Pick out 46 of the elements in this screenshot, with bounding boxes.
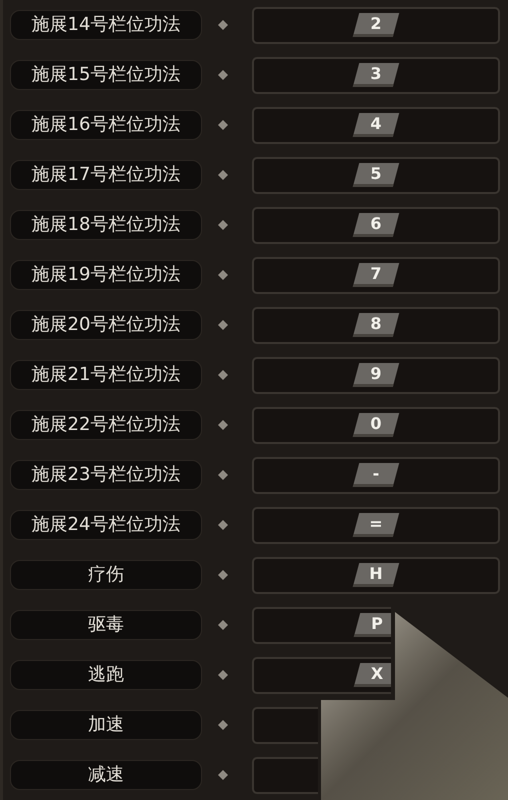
key-binding-field[interactable]: 5: [252, 156, 500, 194]
action-label: 施展16号栏位功法: [10, 110, 202, 140]
action-label: 施展15号栏位功法: [10, 60, 202, 90]
key-binding-field[interactable]: 2: [252, 6, 500, 44]
key-binding-field[interactable]: 7: [252, 256, 500, 294]
diamond-icon: [218, 770, 228, 780]
diamond-icon: [218, 520, 228, 530]
key-binding-field[interactable]: 4: [252, 106, 500, 144]
action-label: 施展22号栏位功法: [10, 410, 202, 440]
diamond-icon: [218, 70, 228, 80]
action-label: 施展21号栏位功法: [10, 360, 202, 390]
diamond-icon: [218, 470, 228, 480]
action-label: 施展14号栏位功法: [10, 10, 202, 40]
key-binding-field[interactable]: H: [252, 556, 500, 594]
key-binding-field[interactable]: =: [252, 506, 500, 544]
diamond-icon: [218, 120, 228, 130]
key-binding-field[interactable]: -: [252, 456, 500, 494]
diamond-icon: [218, 620, 228, 630]
action-label: 加速: [10, 710, 202, 740]
diamond-icon: [218, 670, 228, 680]
action-label: 施展23号栏位功法: [10, 460, 202, 490]
action-label: 减速: [10, 760, 202, 790]
key-binding-field[interactable]: 8: [252, 306, 500, 344]
diamond-icon: [218, 720, 228, 730]
key-binding-field[interactable]: 9: [252, 356, 500, 394]
action-label: 逃跑: [10, 660, 202, 690]
action-label: 疗伤: [10, 560, 202, 590]
action-label: 施展24号栏位功法: [10, 510, 202, 540]
diamond-icon: [218, 220, 228, 230]
diamond-icon: [218, 320, 228, 330]
key-binding-field[interactable]: 3: [252, 56, 500, 94]
key-binding-field[interactable]: [252, 706, 318, 744]
diamond-icon: [218, 20, 228, 30]
action-label: 施展18号栏位功法: [10, 210, 202, 240]
key-binding-field[interactable]: [252, 756, 318, 794]
diamond-icon: [218, 570, 228, 580]
key-binding-field[interactable]: 6: [252, 206, 500, 244]
diamond-icon: [218, 170, 228, 180]
action-label: 驱毒: [10, 610, 202, 640]
key-binding-field[interactable]: 0: [252, 406, 500, 444]
diamond-icon: [218, 370, 228, 380]
action-label: 施展17号栏位功法: [10, 160, 202, 190]
diamond-icon: [218, 270, 228, 280]
diamond-icon: [218, 420, 228, 430]
action-label: 施展20号栏位功法: [10, 310, 202, 340]
action-label: 施展19号栏位功法: [10, 260, 202, 290]
